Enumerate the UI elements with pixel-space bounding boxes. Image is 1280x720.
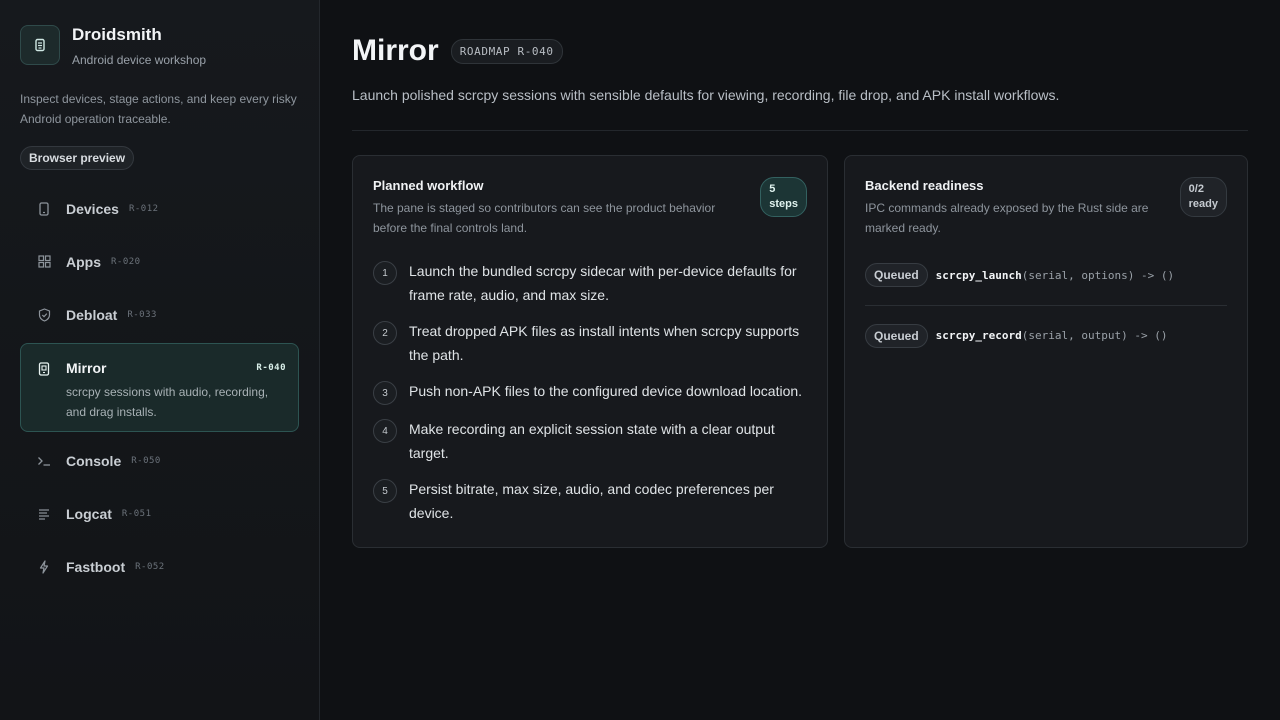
sidebar-item-code: R-050 — [131, 455, 161, 466]
sidebar-item-label: Console — [66, 452, 122, 469]
sidebar-item-apps[interactable]: Apps R-020 — [20, 235, 299, 288]
sidebar: Droidsmith Android device workshop Inspe… — [0, 0, 320, 720]
phone-icon — [37, 201, 51, 216]
mirror-item-body: Mirror R-040 scrcpy sessions with audio,… — [66, 360, 298, 422]
workflow-steps: 1 Launch the bundled scrcpy sidecar with… — [373, 259, 807, 525]
header-divider — [352, 130, 1248, 131]
ipc-function-name: scrcpy_launch — [935, 268, 1022, 282]
list-item: Queued scrcpy_launch(serial, options) ->… — [865, 257, 1227, 293]
step-text: Make recording an explicit session state… — [409, 421, 775, 461]
brand-logo — [20, 25, 60, 65]
main-content: Mirror ROADMAP R-040 Launch polished scr… — [320, 0, 1280, 720]
step-number: 5 — [373, 479, 397, 503]
bolt-icon — [37, 559, 51, 574]
page-header: Mirror ROADMAP R-040 — [352, 34, 1248, 68]
steps-count: 5 — [769, 183, 776, 195]
sidebar-item-code: R-012 — [128, 203, 159, 214]
ready-count: 0/2 — [1188, 183, 1204, 195]
sidebar-item-label: Logcat — [66, 505, 112, 522]
sidebar-intro: Inspect devices, stage actions, and keep… — [20, 92, 297, 126]
sidebar-item-mirror[interactable]: Mirror R-040 scrcpy sessions with audio,… — [20, 343, 299, 432]
sidebar-item-logcat[interactable]: Logcat R-051 — [20, 487, 299, 540]
sidebar-item-console[interactable]: Console R-050 — [20, 434, 299, 487]
list-item: 4 Make recording an explicit session sta… — [373, 417, 807, 465]
ipc-function-name: scrcpy_record — [935, 329, 1022, 342]
step-number: 3 — [373, 381, 397, 405]
sidebar-item-debloat[interactable]: Debloat R-033 — [20, 288, 299, 341]
ready-count-badge: 0/2 ready — [1179, 177, 1227, 217]
grid-icon — [37, 255, 51, 269]
steps-count-badge: 5 steps — [760, 177, 807, 217]
sidebar-item-label: Apps — [66, 253, 101, 270]
sidebar-item-label: Mirror — [66, 360, 107, 376]
roadmap-badge: ROADMAP R-040 — [450, 38, 563, 64]
step-text: Treat dropped APK files as install inten… — [409, 323, 800, 363]
status-badge: Queued — [865, 263, 928, 287]
step-number: 1 — [373, 261, 397, 285]
step-text: Push non-APK files to the configured dev… — [409, 383, 803, 399]
sidebar-item-code: R-020 — [111, 256, 141, 267]
sidebar-item-code: R-051 — [121, 508, 152, 519]
shield-icon — [37, 307, 51, 322]
status-badge: Queued — [865, 323, 928, 348]
brand: Droidsmith Android device workshop — [20, 24, 299, 67]
browser-preview-badge: Browser preview — [20, 146, 135, 170]
step-number: 2 — [373, 321, 397, 345]
brand-name: Droidsmith — [72, 25, 162, 44]
sidebar-item-fastboot[interactable]: Fastboot R-052 — [20, 540, 299, 593]
backend-title: Backend readiness — [865, 178, 984, 193]
mirror-icon — [37, 362, 51, 376]
list-item: 5 Persist bitrate, max size, audio, and … — [373, 477, 807, 525]
step-text: Persist bitrate, max size, audio, and co… — [409, 481, 774, 521]
list-item: 1 Launch the bundled scrcpy sidecar with… — [373, 259, 807, 307]
sidebar-item-code: R-052 — [135, 561, 165, 572]
brand-subtitle: Android device workshop — [72, 53, 207, 67]
workflow-title: Planned workflow — [373, 178, 484, 193]
step-text: Launch the bundled scrcpy sidecar with p… — [409, 263, 797, 303]
sidebar-item-devices[interactable]: Devices R-012 — [20, 182, 299, 235]
workflow-card: Planned workflow The pane is staged so c… — [352, 155, 828, 548]
sidebar-item-code: R-033 — [127, 309, 157, 320]
step-number: 4 — [373, 419, 397, 443]
sidebar-item-description: scrcpy sessions with audio, recording, a… — [66, 385, 269, 419]
ipc-command: scrcpy_record(serial, output) -> () — [936, 329, 1168, 342]
backend-card: Backend readiness IPC commands already e… — [844, 155, 1248, 548]
app-window: Droidsmith Android device workshop Inspe… — [0, 0, 1280, 720]
lines-icon — [37, 507, 51, 521]
workflow-subtitle: The pane is staged so contributors can s… — [373, 201, 716, 235]
backend-subtitle: IPC commands already exposed by the Rust… — [865, 201, 1149, 235]
page-title: Mirror — [352, 34, 439, 67]
list-item: 2 Treat dropped APK files as install int… — [373, 319, 807, 367]
ipc-command: scrcpy_launch(serial, options) -> () — [936, 269, 1174, 282]
sidebar-item-label: Devices — [66, 200, 119, 217]
list-item: Queued scrcpy_record(serial, output) -> … — [865, 305, 1227, 353]
sidebar-item-label: Debloat — [66, 306, 118, 323]
sidebar-item-label: Fastboot — [66, 558, 126, 575]
ipc-signature: (serial, options) -> () — [1021, 268, 1175, 282]
sidebar-nav: Devices R-012 Apps R-020 Debloat R-033 M… — [20, 182, 299, 593]
android-logo-icon — [35, 38, 45, 52]
terminal-icon — [37, 454, 51, 468]
cards-row: Planned workflow The pane is staged so c… — [352, 155, 1248, 548]
page-description: Launch polished scrcpy sessions with sen… — [352, 87, 1060, 103]
ipc-command-list: Queued scrcpy_launch(serial, options) ->… — [865, 257, 1227, 353]
steps-unit: steps — [769, 198, 798, 210]
ipc-signature: (serial, output) -> () — [1021, 329, 1168, 342]
ready-unit: ready — [1188, 198, 1218, 210]
list-item: 3 Push non-APK files to the configured d… — [373, 379, 807, 405]
sidebar-item-code: R-040 — [256, 363, 286, 373]
